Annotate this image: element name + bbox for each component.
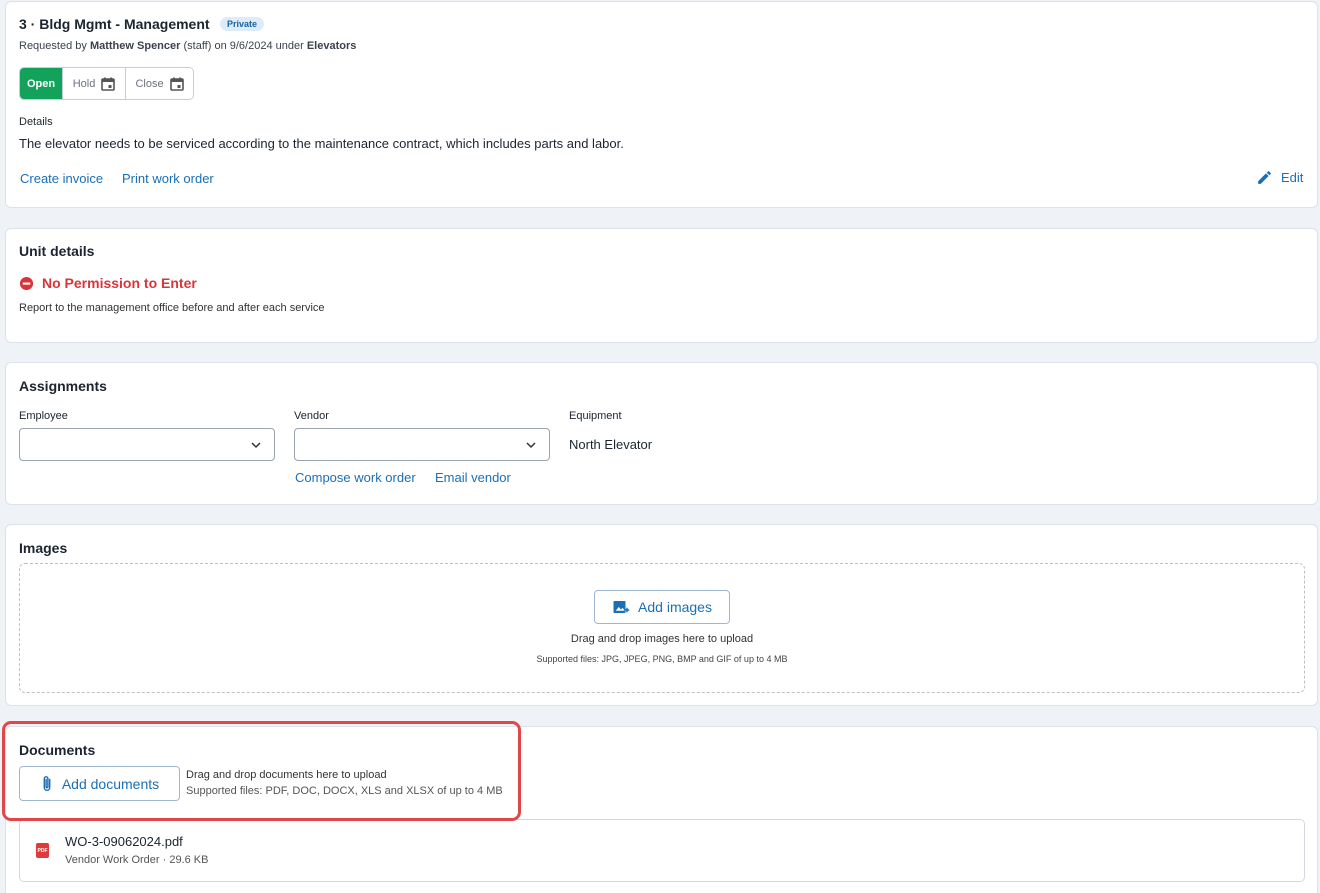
documents-highlight-box	[2, 721, 521, 821]
permission-status: No Permission to Enter	[19, 275, 197, 291]
chevron-down-icon	[526, 442, 536, 449]
images-title: Images	[19, 540, 68, 556]
pencil-icon	[1258, 171, 1271, 184]
status-close-button[interactable]: Close	[126, 68, 193, 99]
requester-name: Matthew Spencer	[89, 40, 181, 52]
vendor-label: Vendor	[294, 410, 329, 422]
add-images-label: Add images	[638, 599, 712, 615]
edit-button[interactable]: Edit	[1256, 169, 1303, 186]
calendar-icon	[101, 77, 116, 91]
vendor-select[interactable]	[294, 428, 550, 461]
images-supported-text: Supported files: JPG, JPEG, PNG, BMP and…	[536, 654, 788, 664]
images-drag-text: Drag and drop images here to upload	[570, 633, 754, 645]
calendar-icon	[169, 77, 184, 91]
status-hold-button[interactable]: Hold	[63, 68, 126, 99]
add-images-button[interactable]: Add images	[594, 590, 730, 624]
email-vendor-link[interactable]: Email vendor	[435, 470, 511, 485]
assignments-title: Assignments	[19, 378, 107, 394]
employee-label: Employee	[19, 410, 68, 422]
equipment-value: North Elevator	[569, 437, 653, 452]
permission-text: No Permission to Enter	[42, 275, 197, 291]
employee-select[interactable]	[19, 428, 275, 461]
create-invoice-link[interactable]: Create invoice	[20, 171, 103, 186]
document-list-item[interactable]: PDF WO-3-09062024.pdf Vendor Work Order …	[19, 819, 1305, 882]
pdf-icon: PDF	[36, 843, 49, 858]
requested-prefix: Requested by	[19, 40, 87, 52]
work-order-title-row: 3 · Bldg Mgmt - Management Private	[19, 16, 265, 34]
print-work-order-link[interactable]: Print work order	[122, 171, 214, 186]
add-image-icon	[613, 601, 630, 613]
requester-role: (staff) on 9/6/2024 under	[183, 40, 304, 52]
images-card: Images Add images Drag and drop images h…	[5, 524, 1318, 706]
document-file-name[interactable]: WO-3-09062024.pdf	[65, 834, 183, 849]
edit-label: Edit	[1281, 170, 1304, 185]
private-badge: Private	[220, 17, 265, 31]
status-close-label: Close	[135, 77, 164, 90]
unit-details-card: Unit details No Permission to Enter Repo…	[5, 228, 1318, 343]
document-file-meta: Vendor Work Order · 29.6 KB	[65, 854, 209, 866]
work-order-card: 3 · Bldg Mgmt - Management Private Reque…	[5, 1, 1318, 208]
unit-note: Report to the management office before a…	[19, 302, 325, 314]
images-dropzone[interactable]: Add images Drag and drop images here to …	[19, 563, 1305, 693]
no-entry-icon	[19, 276, 34, 290]
category-name: Elevators	[306, 40, 357, 52]
assignments-card: Assignments Employee Vendor Equipment No…	[5, 362, 1318, 505]
requested-by-line: Requested by Matthew Spencer (staff) on …	[19, 40, 356, 52]
unit-details-title: Unit details	[19, 243, 95, 259]
details-text: The elevator needs to be serviced accord…	[19, 136, 624, 151]
status-hold-label: Hold	[72, 77, 96, 90]
compose-work-order-link[interactable]: Compose work order	[295, 470, 416, 485]
chevron-down-icon	[251, 442, 261, 449]
status-toggle: Open Hold Close	[19, 67, 194, 100]
status-open-button[interactable]: Open	[20, 68, 63, 99]
status-open-label: Open	[26, 77, 56, 90]
equipment-label: Equipment	[569, 410, 622, 422]
work-order-title: 3 · Bldg Mgmt - Management	[19, 16, 210, 32]
details-label: Details	[19, 116, 53, 128]
